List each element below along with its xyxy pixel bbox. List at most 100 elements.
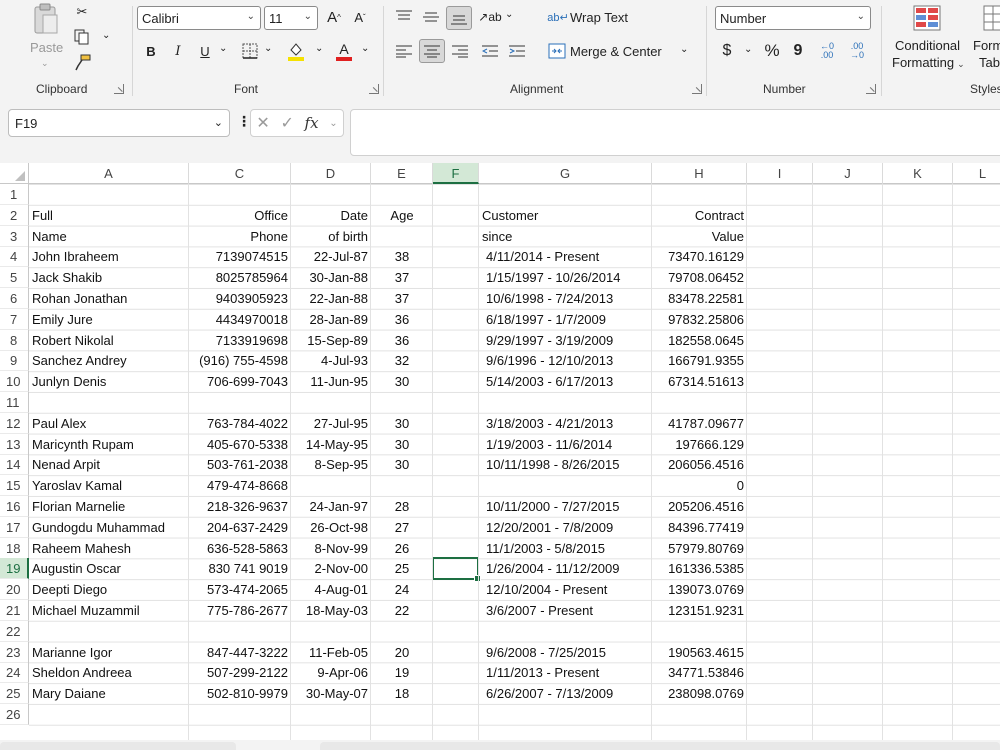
cell-d12[interactable]: 27-Jul-95 [291, 413, 368, 434]
column-header-h[interactable]: H [652, 163, 747, 184]
cell-e25[interactable]: 18 [371, 683, 433, 704]
cell-h23[interactable]: 190563.4615 [652, 642, 744, 663]
cell-d7[interactable]: 28-Jan-89 [291, 309, 368, 330]
row-header-5[interactable]: 5 [0, 267, 29, 289]
cell-e18[interactable]: 26 [371, 538, 433, 559]
cell-a10[interactable]: Junlyn Denis [32, 371, 189, 392]
row-header-22[interactable]: 22 [0, 620, 29, 642]
cell-g14[interactable]: 10/11/1998 - 8/26/2015 [486, 454, 656, 475]
cell-d13[interactable]: 14-May-95 [291, 434, 368, 455]
cell-a18[interactable]: Raheem Mahesh [32, 538, 189, 559]
row-header-23[interactable]: 23 [0, 641, 29, 663]
column-header-a[interactable]: A [29, 163, 189, 184]
merge-center-button[interactable]: Merge & Center [570, 44, 662, 59]
cell-a9[interactable]: Sanchez Andrey [32, 350, 189, 371]
column-header-k[interactable]: K [883, 163, 953, 184]
increase-font-size-button[interactable]: A ^ [323, 6, 345, 28]
row-header-13[interactable]: 13 [0, 433, 29, 455]
cell-d6[interactable]: 22-Jan-88 [291, 288, 368, 309]
cell-e21[interactable]: 22 [371, 600, 433, 621]
cell-c9[interactable]: (916) 755-4598 [189, 350, 288, 371]
cell-c4[interactable]: 7139074515 [189, 246, 288, 267]
cell-d20[interactable]: 4-Aug-01 [291, 579, 368, 600]
cell-a3[interactable]: Name [32, 226, 189, 247]
horizontal-scrollbar[interactable] [320, 742, 1000, 750]
conditional-formatting-icon[interactable] [912, 4, 942, 32]
row-header-11[interactable]: 11 [0, 392, 29, 413]
align-top-icon[interactable] [392, 6, 416, 28]
cell-d10[interactable]: 11-Jun-95 [291, 371, 368, 392]
cell-g16[interactable]: 10/11/2000 - 7/27/2015 [486, 496, 656, 517]
cell-h6[interactable]: 83478.22581 [652, 288, 744, 309]
cell-c7[interactable]: 4434970018 [189, 309, 288, 330]
cell-a17[interactable]: Gundogdu Muhammad [32, 517, 189, 538]
cell-d3[interactable]: of birth [291, 226, 368, 247]
wrap-text-icon[interactable]: ab↵ [547, 6, 568, 28]
font-size-select[interactable]: 11 ⌄ [264, 6, 318, 30]
cell-h10[interactable]: 67314.51613 [652, 371, 744, 392]
copy-icon[interactable] [72, 27, 92, 47]
row-header-21[interactable]: 21 [0, 600, 29, 621]
row-header-1[interactable]: 1 [0, 184, 29, 205]
decrease-font-size-button[interactable]: Aˇ [349, 6, 371, 28]
cell-g6[interactable]: 10/6/1998 - 7/24/2013 [486, 288, 656, 309]
cell-d21[interactable]: 18-May-03 [291, 600, 368, 621]
cell-c24[interactable]: 507-299-2122 [189, 662, 288, 683]
select-all-button[interactable] [0, 163, 29, 184]
number-launcher-icon[interactable] [866, 84, 876, 94]
fill-color-dropdown-icon[interactable]: ⌄ [315, 43, 323, 54]
cell-g9[interactable]: 9/6/1996 - 12/10/2013 [486, 350, 656, 371]
cell-e24[interactable]: 19 [371, 662, 433, 683]
paste-dropdown-icon[interactable]: ⌄ [41, 58, 49, 69]
cell-c6[interactable]: 9403905923 [189, 288, 288, 309]
column-header-f[interactable]: F [433, 163, 479, 184]
underline-button[interactable]: U [195, 40, 215, 62]
cell-h5[interactable]: 79708.06452 [652, 267, 744, 288]
cell-h14[interactable]: 206056.4516 [652, 454, 744, 475]
cell-g10[interactable]: 5/14/2003 - 6/17/2013 [486, 371, 656, 392]
cell-d2[interactable]: Date [291, 205, 368, 226]
wrap-text-button[interactable]: Wrap Text [570, 10, 628, 25]
cell-g24[interactable]: 1/11/2013 - Present [486, 662, 656, 683]
row-header-19[interactable]: 19 [0, 558, 29, 580]
format-as-table-line2[interactable]: Tab [979, 55, 1000, 70]
insert-function-icon[interactable]: fx [305, 114, 319, 132]
cell-a20[interactable]: Deepti Diego [32, 579, 189, 600]
row-header-16[interactable]: 16 [0, 496, 29, 517]
cell-c19[interactable]: 830 741 9019 [189, 558, 288, 579]
cell-e7[interactable]: 36 [371, 309, 433, 330]
cell-c10[interactable]: 706-699-7043 [189, 371, 288, 392]
cell-d18[interactable]: 8-Nov-99 [291, 538, 368, 559]
cell-d17[interactable]: 26-Oct-98 [291, 517, 368, 538]
cell-h13[interactable]: 197666.129 [652, 434, 744, 455]
cut-icon[interactable]: ✂ [72, 2, 92, 22]
cell-h7[interactable]: 97832.25806 [652, 309, 744, 330]
cell-a24[interactable]: Sheldon Andreea [32, 662, 189, 683]
bold-button[interactable]: B [141, 40, 161, 62]
cell-h17[interactable]: 84396.77419 [652, 517, 744, 538]
cell-d5[interactable]: 30-Jan-88 [291, 267, 368, 288]
column-header-c[interactable]: C [189, 163, 291, 184]
cell-e14[interactable]: 30 [371, 454, 433, 475]
row-header-10[interactable]: 10 [0, 371, 29, 393]
cell-c16[interactable]: 218-326-9637 [189, 496, 288, 517]
cell-d24[interactable]: 9-Apr-06 [291, 662, 368, 683]
fx-dropdown-icon[interactable]: ⌄ [329, 118, 337, 129]
cell-d16[interactable]: 24-Jan-97 [291, 496, 368, 517]
cell-h9[interactable]: 166791.9355 [652, 350, 744, 371]
cell-g19[interactable]: 1/26/2004 - 11/12/2009 [486, 558, 656, 579]
cell-g3[interactable]: since [482, 226, 652, 247]
cell-c3[interactable]: Phone [189, 226, 288, 247]
row-header-26[interactable]: 26 [0, 704, 29, 725]
percent-button[interactable]: % [761, 40, 783, 62]
cell-g8[interactable]: 9/29/1997 - 3/19/2009 [486, 330, 656, 351]
row-header-8[interactable]: 8 [0, 329, 29, 351]
cell-h4[interactable]: 73470.16129 [652, 246, 744, 267]
cell-a14[interactable]: Nenad Arpit [32, 454, 189, 475]
cell-h19[interactable]: 161336.5385 [652, 558, 744, 579]
underline-dropdown-icon[interactable]: ⌄ [219, 43, 227, 54]
row-header-6[interactable]: 6 [0, 288, 29, 309]
cell-e9[interactable]: 32 [371, 350, 433, 371]
row-header-18[interactable]: 18 [0, 537, 29, 559]
paste-icon[interactable] [28, 2, 64, 38]
